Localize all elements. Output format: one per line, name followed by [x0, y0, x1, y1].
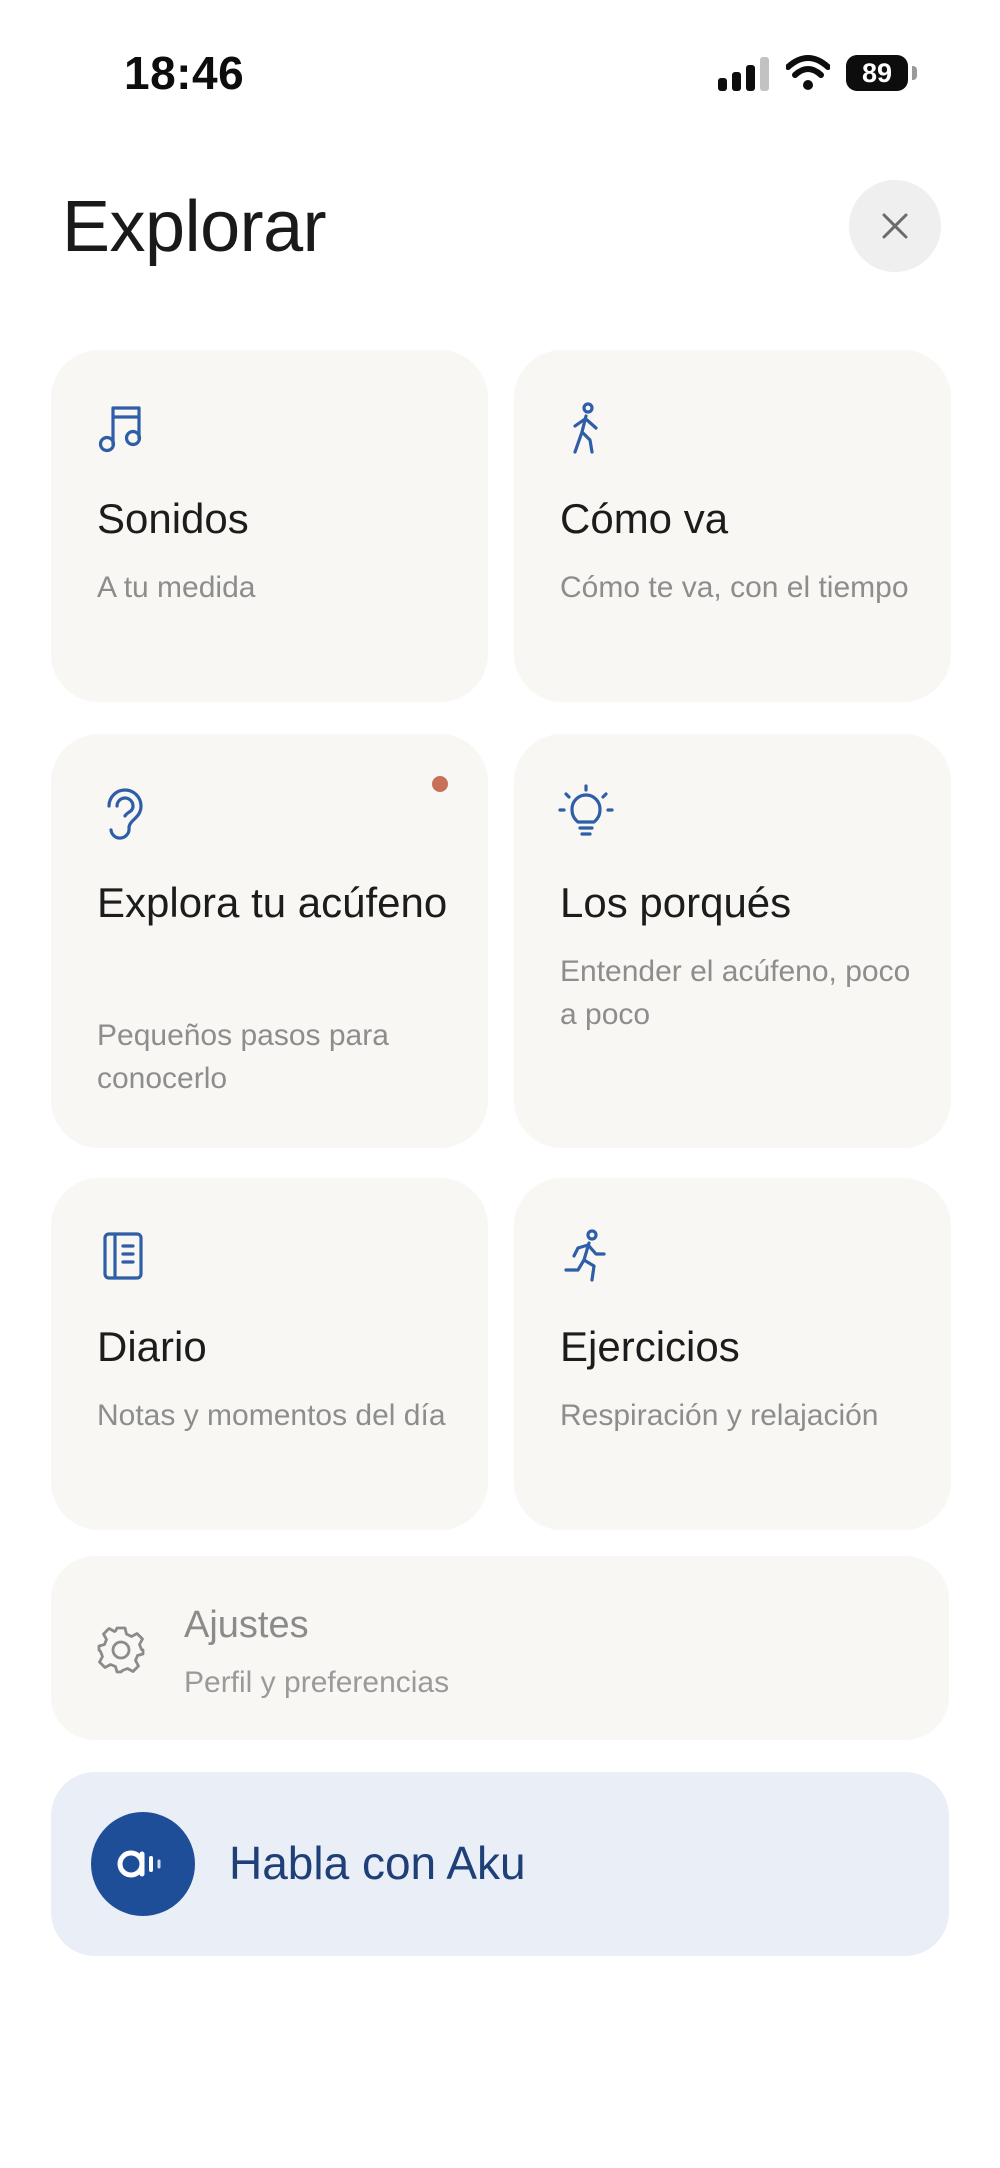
- settings-row[interactable]: Ajustes Perfil y preferencias: [51, 1556, 949, 1740]
- notification-dot: [432, 776, 448, 792]
- card-title: Ejercicios: [560, 1323, 740, 1370]
- battery-level: 89: [846, 55, 908, 91]
- card-sonidos[interactable]: Sonidos A tu medida: [51, 350, 488, 702]
- music-note-icon: [98, 406, 142, 453]
- card-subtitle: Cómo te va, con el tiempo: [560, 571, 909, 604]
- card-diario[interactable]: Diario Notas y momentos del día: [51, 1178, 488, 1530]
- card-title: Explora tu acúfeno: [97, 879, 448, 926]
- aku-avatar-icon: [91, 1812, 195, 1916]
- status-time: 18:46: [124, 47, 245, 99]
- settings-title: Ajustes: [184, 1604, 309, 1646]
- card-title: Sonidos: [97, 495, 249, 542]
- walking-person-icon: [573, 402, 598, 454]
- card-como-va[interactable]: Cómo va Cómo te va, con el tiempo: [514, 350, 951, 702]
- battery-icon: 89: [846, 55, 918, 93]
- card-title: Cómo va: [560, 495, 729, 542]
- wifi-icon: [786, 55, 830, 90]
- card-ejercicios[interactable]: Ejercicios Respiración y relajación: [514, 1178, 951, 1530]
- notebook-icon: [103, 1232, 143, 1280]
- aku-logo-icon: [117, 1850, 161, 1878]
- running-person-icon: [564, 1229, 606, 1282]
- ear-icon: [107, 788, 143, 840]
- card-subtitle: Pequeños pasos para conocerlo: [97, 1019, 389, 1095]
- card-title: Diario: [97, 1323, 207, 1370]
- close-icon: [882, 213, 908, 239]
- card-title: Los porqués: [560, 879, 792, 926]
- talk-to-aku-button[interactable]: Habla con Aku: [51, 1772, 949, 1956]
- card-subtitle: Respiración y relajación: [560, 1399, 879, 1432]
- battery-tip: [912, 66, 917, 80]
- aku-label: Habla con Aku: [229, 1837, 526, 1889]
- card-porques[interactable]: Los porqués Entender el acúfeno, poco a …: [514, 734, 951, 1148]
- card-subtitle: A tu medida: [97, 571, 256, 604]
- card-subtitle: Entender el acúfeno, poco a poco: [560, 955, 911, 1031]
- settings-subtitle: Perfil y preferencias: [184, 1666, 450, 1699]
- page-title: Explorar: [62, 187, 327, 267]
- lightbulb-icon: [558, 784, 614, 836]
- close-button[interactable]: [849, 180, 941, 272]
- status-bar: 18:46 89: [0, 0, 1000, 150]
- gear-icon: [97, 1626, 145, 1674]
- cellular-signal-icon: [718, 57, 769, 91]
- card-subtitle: Notas y momentos del día: [97, 1399, 446, 1432]
- card-explora[interactable]: Explora tu acúfeno Pequeños pasos para c…: [51, 734, 488, 1148]
